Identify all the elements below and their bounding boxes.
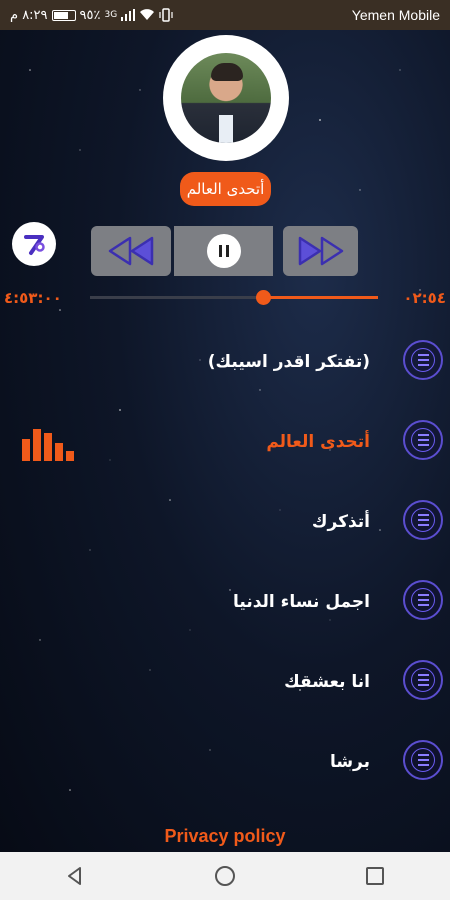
forward-icon	[298, 236, 343, 266]
rewind-icon	[108, 236, 154, 266]
seek-bar-fill	[262, 296, 378, 299]
song-row[interactable]: برشا	[0, 727, 450, 797]
song-row[interactable]: أتذكرك	[0, 487, 450, 557]
status-time: ٨:٢٩ م	[10, 7, 48, 23]
song-title: أتحدى العالم	[266, 432, 370, 452]
back-button[interactable]	[45, 856, 105, 896]
battery-icon	[51, 9, 76, 21]
seek-bar[interactable]	[90, 290, 378, 305]
menu-icon	[411, 508, 435, 532]
song-row[interactable]: اجمل نساء الدنيا	[0, 567, 450, 637]
song-menu-button[interactable]	[403, 420, 443, 460]
elapsed-time: ٠٢:٥٤	[403, 289, 446, 307]
menu-icon	[411, 748, 435, 772]
recents-icon	[366, 867, 384, 885]
menu-icon	[411, 348, 435, 372]
song-title: انا بعشقك	[284, 672, 370, 692]
album-art-image	[181, 53, 271, 143]
total-time: ٤:٥٣:٠٠	[4, 289, 62, 307]
status-bar: ٨:٢٩ م ٩٥٪ 3G Yemen Mobile	[0, 0, 450, 30]
menu-icon	[411, 428, 435, 452]
menu-icon	[411, 588, 435, 612]
privacy-policy-link[interactable]: Privacy policy	[0, 826, 450, 847]
pause-icon	[206, 234, 241, 268]
song-row[interactable]: انا بعشقك	[0, 647, 450, 717]
now-playing-title: أتحدى العالم	[180, 172, 271, 206]
equalizer-icon	[22, 429, 74, 461]
menu-icon	[411, 668, 435, 692]
next-button[interactable]	[283, 226, 358, 276]
play-pause-button[interactable]	[174, 226, 273, 276]
song-menu-button[interactable]	[403, 660, 443, 700]
carrier-name: Yemen Mobile	[351, 7, 440, 23]
signal-icon	[121, 9, 136, 21]
song-row[interactable]: (تفتكر اقدر اسيبك)	[0, 327, 450, 397]
album-art-frame	[163, 35, 289, 161]
song-title: برشا	[329, 752, 370, 772]
song-menu-button[interactable]	[403, 340, 443, 380]
android-nav-bar	[0, 852, 450, 900]
home-button[interactable]	[195, 856, 255, 896]
song-title: اجمل نساء الدنيا	[233, 592, 370, 612]
wifi-icon	[140, 9, 155, 20]
previous-button[interactable]	[91, 226, 171, 276]
song-menu-button[interactable]	[403, 500, 443, 540]
back-icon	[68, 867, 81, 885]
network-type: 3G	[104, 10, 118, 20]
song-menu-button[interactable]	[403, 740, 443, 780]
song-title: (تفتكر اقدر اسيبك)	[207, 352, 370, 372]
song-menu-button[interactable]	[403, 580, 443, 620]
battery-level: ٩٥٪	[79, 7, 101, 23]
vibrate-icon	[159, 8, 173, 22]
status-left: ٨:٢٩ م ٩٥٪ 3G	[10, 8, 173, 23]
app-logo-icon[interactable]	[12, 222, 56, 266]
home-icon	[215, 866, 235, 886]
song-title: أتذكرك	[311, 512, 370, 532]
recents-button[interactable]	[345, 856, 405, 896]
seek-bar-thumb[interactable]	[255, 290, 271, 305]
